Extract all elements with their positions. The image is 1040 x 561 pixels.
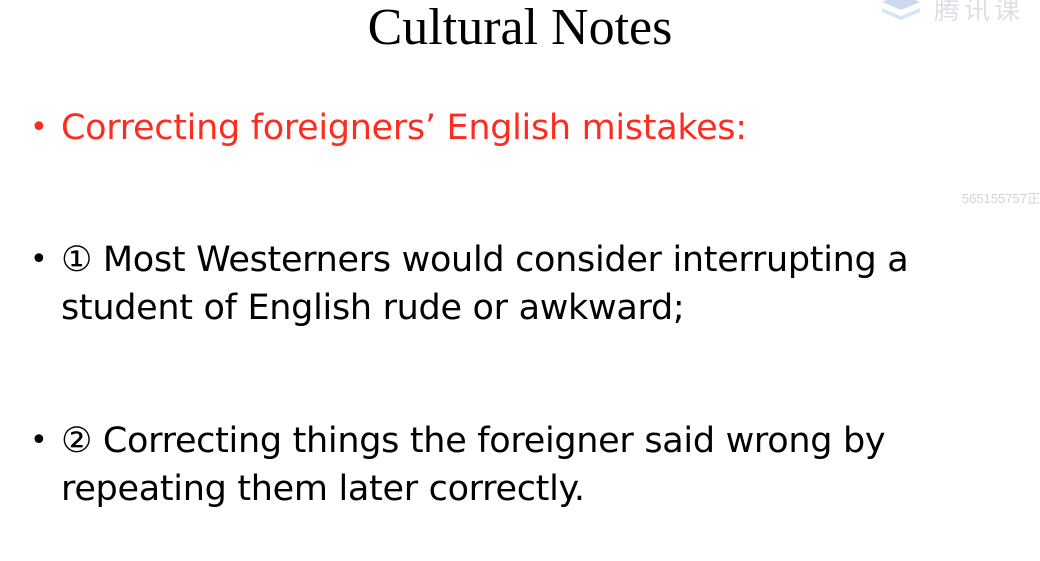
bullet-item: • Correcting foreigners’ English mistake… (30, 104, 1020, 152)
slide: Cultural Notes • Correcting foreigners’ … (0, 0, 1040, 561)
bullet-item: • ② Correcting things the foreigner said… (30, 417, 1020, 513)
watermark-id: 565155757正 (961, 191, 1040, 206)
watermark-logo: 腾讯课 (878, 0, 1038, 28)
bullet-text: ① Most Westerners would consider interru… (61, 240, 909, 328)
bullet-marker: • (30, 242, 48, 277)
bullet-text: ② Correcting things the foreigner said w… (61, 421, 886, 509)
watermark-logo-text: 腾讯课 (934, 0, 1025, 26)
stack-logo-icon (882, 0, 920, 20)
bullet-text: Correcting foreigners’ English mistakes: (61, 108, 747, 148)
bullet-marker: • (30, 423, 48, 458)
bullet-item: • ① Most Westerners would consider inter… (30, 236, 1020, 332)
bullet-marker: • (30, 110, 48, 145)
